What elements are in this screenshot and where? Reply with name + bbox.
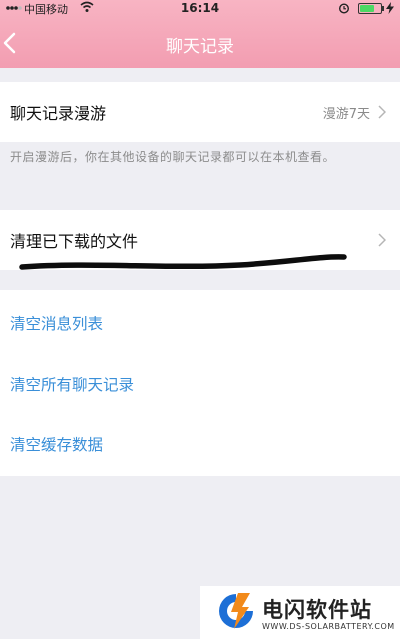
chat-roaming-row[interactable]: 聊天记录漫游 漫游7天 xyxy=(0,82,400,142)
clear-downloaded-files-row[interactable]: 清理已下载的文件 xyxy=(0,210,400,270)
clear-actions-group: 清空消息列表 清空所有聊天记录 清空缓存数据 xyxy=(0,290,400,476)
roaming-duration-value: 漫游7天 xyxy=(322,106,370,122)
watermark-name: 电闪软件站 xyxy=(262,598,372,622)
page-title: 聊天记录 xyxy=(166,37,234,57)
status-bar: 中国移动 16:14 xyxy=(0,0,400,18)
brand-logo-icon xyxy=(219,593,253,629)
clear-all-chat-history-button[interactable]: 清空所有聊天记录 xyxy=(10,373,134,395)
header-bar: 中国移动 16:14 聊天记录 xyxy=(0,0,400,68)
clear-cache-button[interactable]: 清空缓存数据 xyxy=(10,433,103,455)
battery-level xyxy=(360,5,374,12)
watermark-url: WWW.DS-SOLARBATTERY.COM xyxy=(262,622,395,631)
battery-icon xyxy=(358,3,382,14)
clear-message-list-button[interactable]: 清空消息列表 xyxy=(10,312,103,334)
battery-tip xyxy=(382,6,384,11)
clear-downloaded-files-label: 清理已下载的文件 xyxy=(10,232,139,251)
roaming-description: 开启漫游后，你在其他设备的聊天记录都可以在本机查看。 xyxy=(10,150,336,164)
charging-icon xyxy=(386,2,394,14)
alarm-icon xyxy=(338,3,350,14)
chevron-right-icon xyxy=(378,233,386,247)
chevron-right-icon xyxy=(378,105,386,119)
chat-roaming-label: 聊天记录漫游 xyxy=(10,104,107,123)
watermark: 电闪软件站 WWW.DS-SOLARBATTERY.COM xyxy=(200,586,400,639)
